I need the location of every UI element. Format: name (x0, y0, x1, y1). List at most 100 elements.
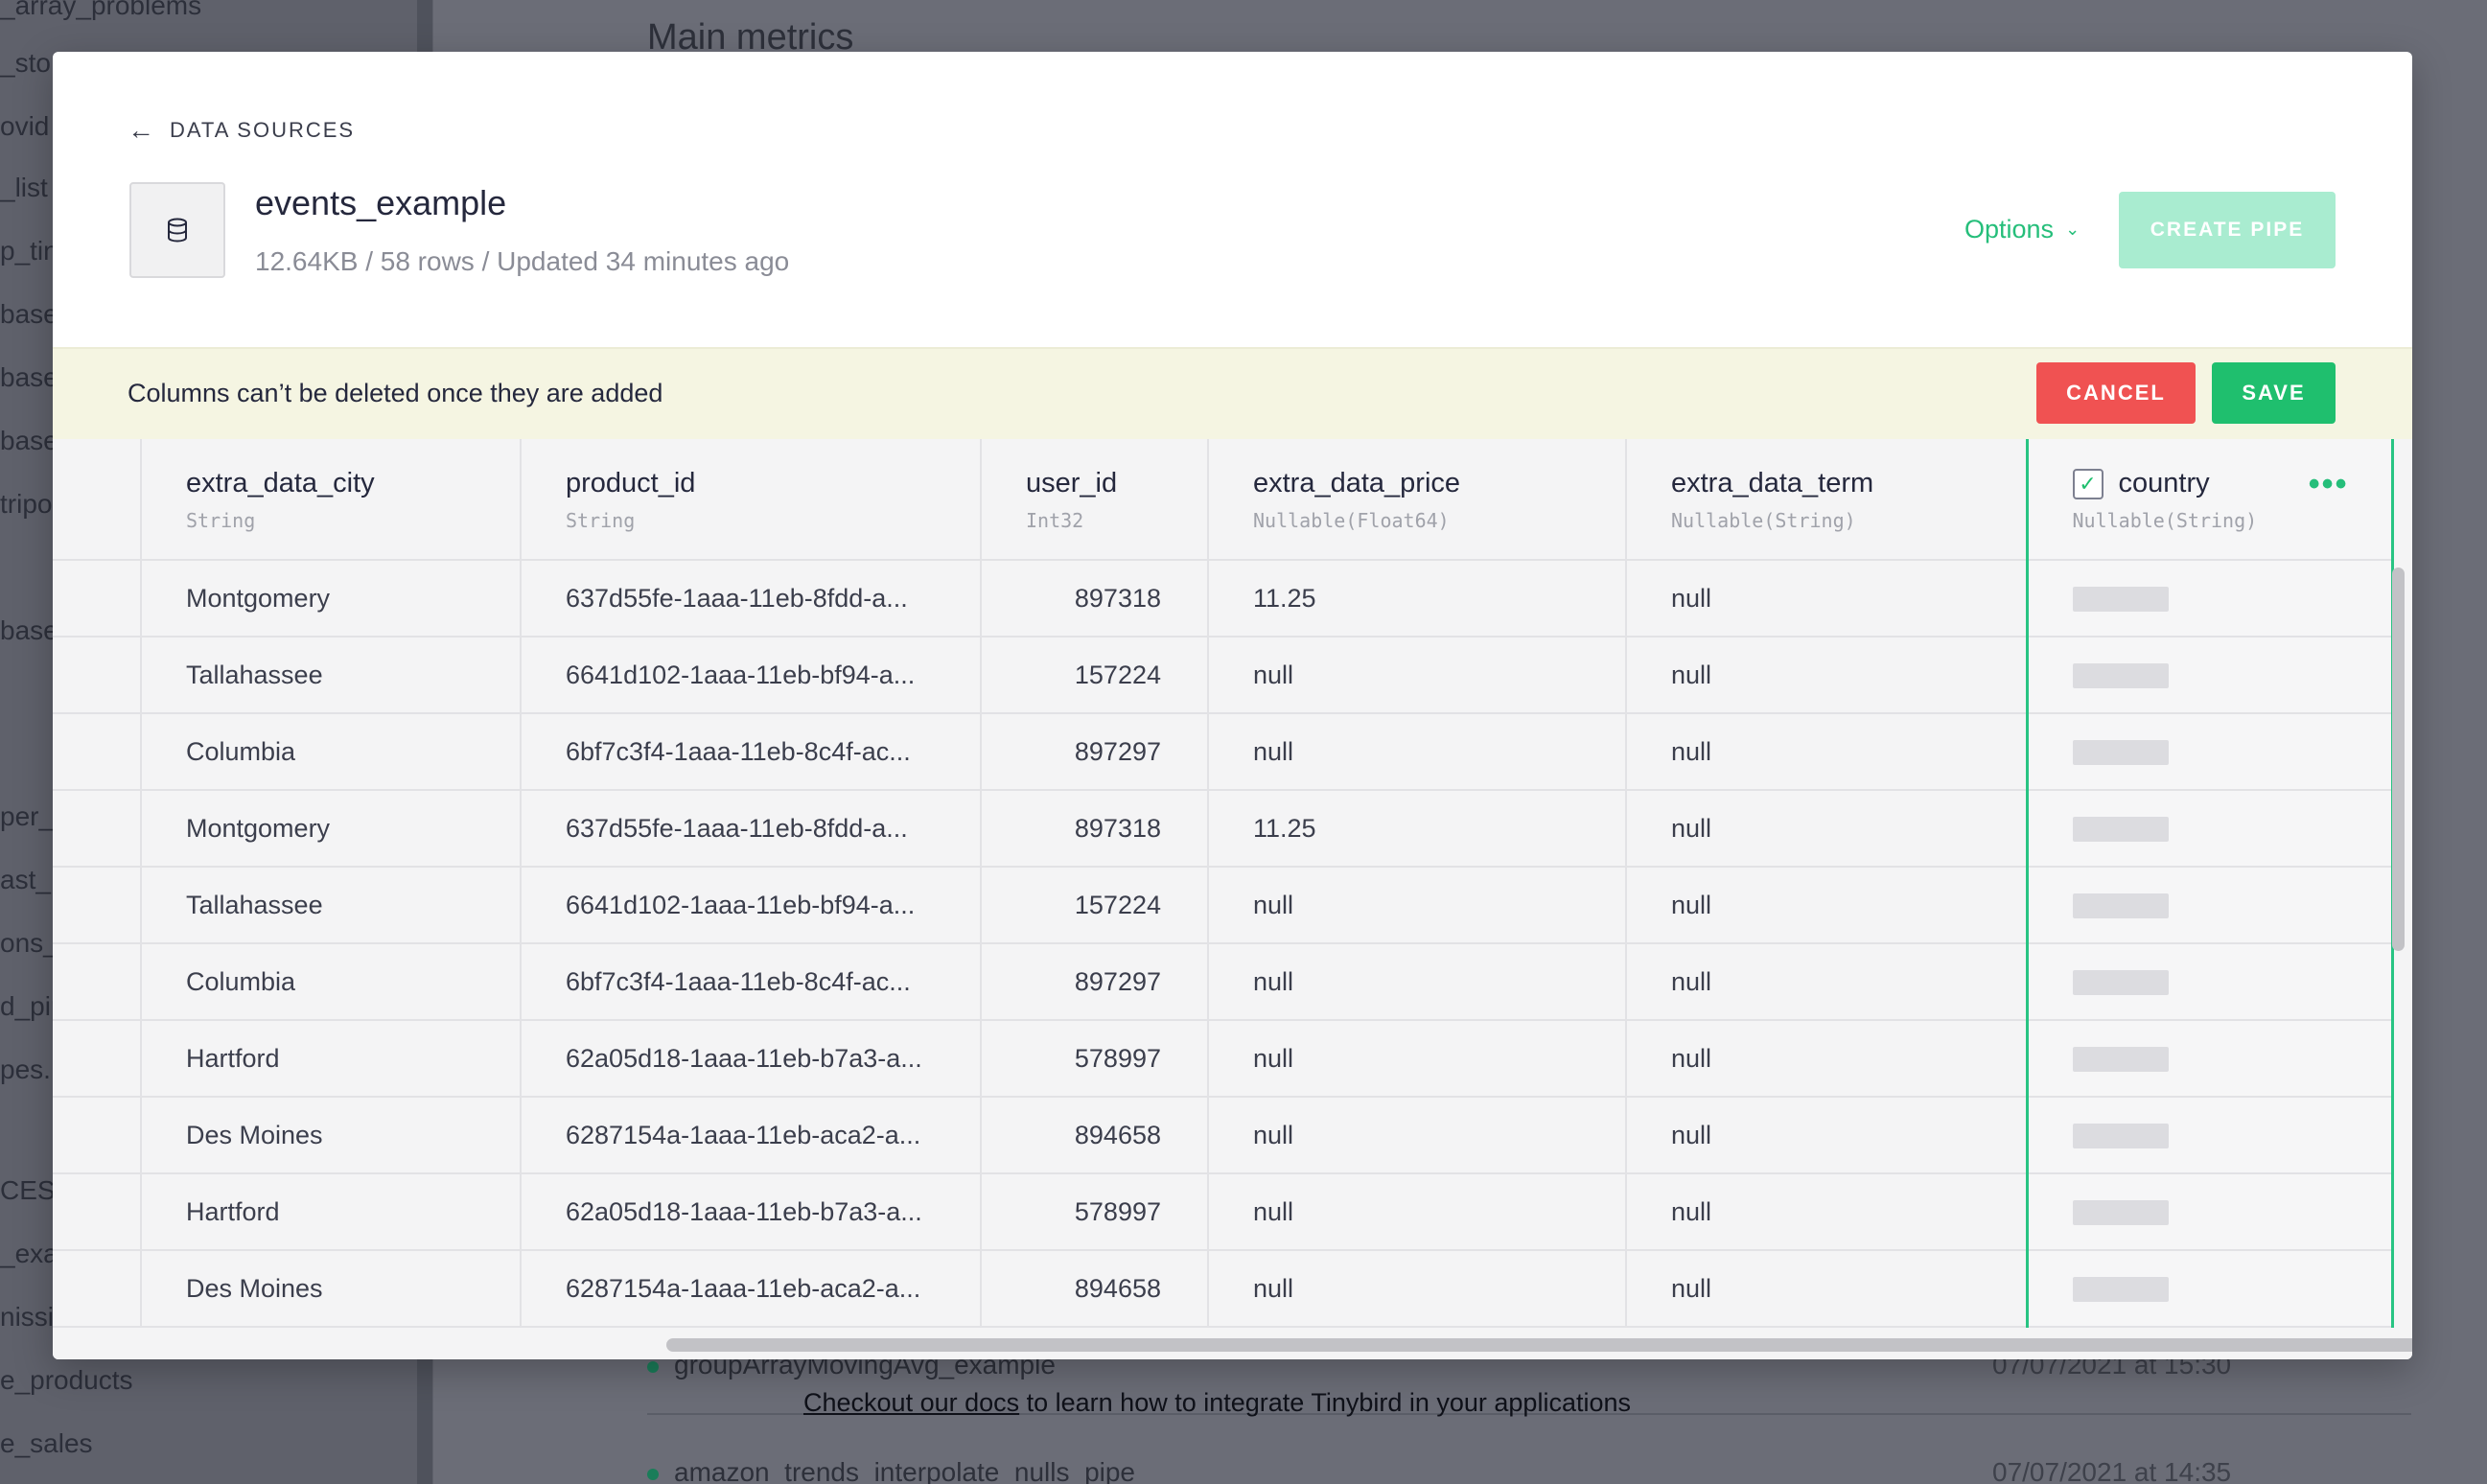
table-cell[interactable]: null (1626, 560, 2028, 638)
table-cell[interactable]: 62a05d18-1aaa-11eb-b7a3-a... (521, 1020, 982, 1098)
table-cell[interactable]: 894658 (981, 1250, 1209, 1328)
sidebar-item[interactable]: base (0, 362, 58, 393)
sidebar-item[interactable]: base (0, 299, 58, 330)
table-cell[interactable]: 578997 (981, 1020, 1209, 1098)
table-cell[interactable]: 897318 (981, 790, 1209, 868)
sidebar-item[interactable]: e_products (0, 1365, 133, 1396)
table-cell[interactable]: null (1208, 867, 1627, 944)
table-cell[interactable]: null (1626, 637, 2028, 714)
table-cell[interactable]: null (1626, 1020, 2028, 1098)
sidebar-item[interactable]: p_tin (0, 236, 58, 267)
table-cell[interactable]: 894658 (981, 1097, 1209, 1174)
create-pipe-button[interactable]: CREATE PIPE (2119, 192, 2336, 268)
docs-link[interactable]: Checkout our docs (803, 1388, 1019, 1417)
table-cell[interactable]: null (1626, 790, 2028, 868)
new-column-cell (2025, 1097, 2394, 1174)
table-cell[interactable]: 157224 (981, 867, 1209, 944)
table-cell[interactable]: 6287154a-1aaa-11eb-aca2-a... (521, 1097, 982, 1174)
sidebar-item[interactable]: e_sales (0, 1428, 93, 1459)
sidebar-item[interactable]: tripo (0, 489, 52, 520)
sidebar-item[interactable]: base (0, 426, 58, 456)
table-cell[interactable]: null (1208, 713, 1627, 791)
table-cell[interactable]: 157224 (981, 637, 1209, 714)
table-cell[interactable]: 6bf7c3f4-1aaa-11eb-8c4f-ac... (521, 713, 982, 791)
table-cell[interactable]: 62a05d18-1aaa-11eb-b7a3-a... (521, 1173, 982, 1251)
table-cell[interactable]: null (1208, 1250, 1627, 1328)
status-dot-icon (647, 1468, 659, 1480)
table-cell[interactable]: null (1626, 867, 2028, 944)
sidebar-item[interactable]: base (0, 615, 58, 646)
column-header[interactable]: user_id Int32 (981, 439, 1209, 561)
sidebar-item[interactable]: _list (0, 173, 48, 203)
column-header[interactable]: extra_data_price Nullable(Float64) (1208, 439, 1627, 561)
arrow-left-icon: ← (128, 115, 156, 145)
column-header[interactable]: extra_data_city String (141, 439, 522, 561)
table-cell[interactable]: null (1626, 713, 2028, 791)
cancel-button[interactable]: CANCEL (2036, 362, 2196, 424)
sidebar-item[interactable]: nissi (0, 1302, 54, 1333)
row-gutter (53, 1020, 142, 1098)
table-cell[interactable]: null (1626, 1097, 2028, 1174)
database-icon (129, 182, 225, 278)
table-cell[interactable]: 637d55fe-1aaa-11eb-8fdd-a... (521, 790, 982, 868)
table-cell[interactable]: Des Moines (141, 1250, 522, 1328)
table-cell[interactable]: Tallahassee (141, 867, 522, 944)
sidebar-item[interactable]: _sto (0, 48, 51, 79)
table-cell[interactable]: Hartford (141, 1173, 522, 1251)
back-to-data-sources-link[interactable]: ← DATA SOURCES (128, 115, 355, 146)
options-dropdown[interactable]: Options ⌄ (1964, 215, 2080, 244)
data-table: extra_data_city String product_id String… (53, 439, 2394, 1328)
table-header-row: extra_data_city String product_id String… (53, 439, 2394, 561)
loading-placeholder (2072, 1047, 2169, 1073)
table-row: Montgomery 637d55fe-1aaa-11eb-8fdd-a... 89… (53, 790, 2394, 868)
table-cell[interactable]: 11.25 (1208, 560, 1627, 638)
sidebar-item[interactable]: ast_ (0, 865, 51, 895)
sidebar-item[interactable]: CES (0, 1175, 56, 1206)
column-header[interactable]: product_id String (521, 439, 982, 561)
table-cell[interactable]: Montgomery (141, 560, 522, 638)
sidebar-item[interactable]: _exa (0, 1239, 58, 1269)
sidebar-item[interactable]: _array_problems (0, 0, 201, 21)
table-cell[interactable]: 11.25 (1208, 790, 1627, 868)
table-row: Hartford 62a05d18-1aaa-11eb-b7a3-a... 5789… (53, 1173, 2394, 1251)
table-cell[interactable]: null (1208, 1173, 1627, 1251)
data-table-container: extra_data_city String product_id String… (53, 439, 2412, 1359)
table-cell[interactable]: null (1208, 1020, 1627, 1098)
table-cell[interactable]: null (1208, 637, 1627, 714)
table-cell[interactable]: 637d55fe-1aaa-11eb-8fdd-a... (521, 560, 982, 638)
table-cell[interactable]: null (1208, 943, 1627, 1021)
row-gutter (53, 943, 142, 1021)
table-cell[interactable]: null (1626, 1173, 2028, 1251)
new-column-header[interactable]: ✓ country Nullable(String) ••• (2025, 439, 2394, 561)
table-row: Tallahassee 6641d102-1aaa-11eb-bf94-a... 1… (53, 867, 2394, 944)
horizontal-scrollbar[interactable] (666, 1338, 2412, 1352)
table-cell[interactable]: 6641d102-1aaa-11eb-bf94-a... (521, 867, 982, 944)
table-cell[interactable]: Tallahassee (141, 637, 522, 714)
vertical-scrollbar[interactable] (2392, 568, 2405, 951)
table-cell[interactable]: 897297 (981, 713, 1209, 791)
table-cell[interactable]: 897297 (981, 943, 1209, 1021)
table-cell[interactable]: 6287154a-1aaa-11eb-aca2-a... (521, 1250, 982, 1328)
table-cell[interactable]: Columbia (141, 943, 522, 1021)
table-cell[interactable]: Des Moines (141, 1097, 522, 1174)
row-gutter (53, 560, 142, 638)
save-button[interactable]: SAVE (2212, 362, 2336, 424)
table-cell[interactable]: 6bf7c3f4-1aaa-11eb-8c4f-ac... (521, 943, 982, 1021)
table-cell[interactable]: null (1626, 1250, 2028, 1328)
table-cell[interactable]: Hartford (141, 1020, 522, 1098)
table-cell[interactable]: Columbia (141, 713, 522, 791)
new-column-cell (2025, 943, 2394, 1021)
table-cell[interactable]: 578997 (981, 1173, 1209, 1251)
loading-placeholder (2072, 970, 2169, 996)
table-cell[interactable]: null (1208, 1097, 1627, 1174)
column-header[interactable]: extra_data_term Nullable(String) (1626, 439, 2028, 561)
table-cell[interactable]: null (1626, 943, 2028, 1021)
sidebar-item[interactable]: pes. (0, 1055, 51, 1085)
table-cell[interactable]: 897318 (981, 560, 1209, 638)
table-cell[interactable]: Montgomery (141, 790, 522, 868)
sidebar-item[interactable]: ons_ (0, 928, 58, 959)
column-checkbox[interactable]: ✓ (2072, 468, 2103, 499)
more-options-icon[interactable]: ••• (2309, 468, 2349, 500)
table-cell[interactable]: 6641d102-1aaa-11eb-bf94-a... (521, 637, 982, 714)
sidebar-item[interactable]: ovid (0, 111, 49, 142)
